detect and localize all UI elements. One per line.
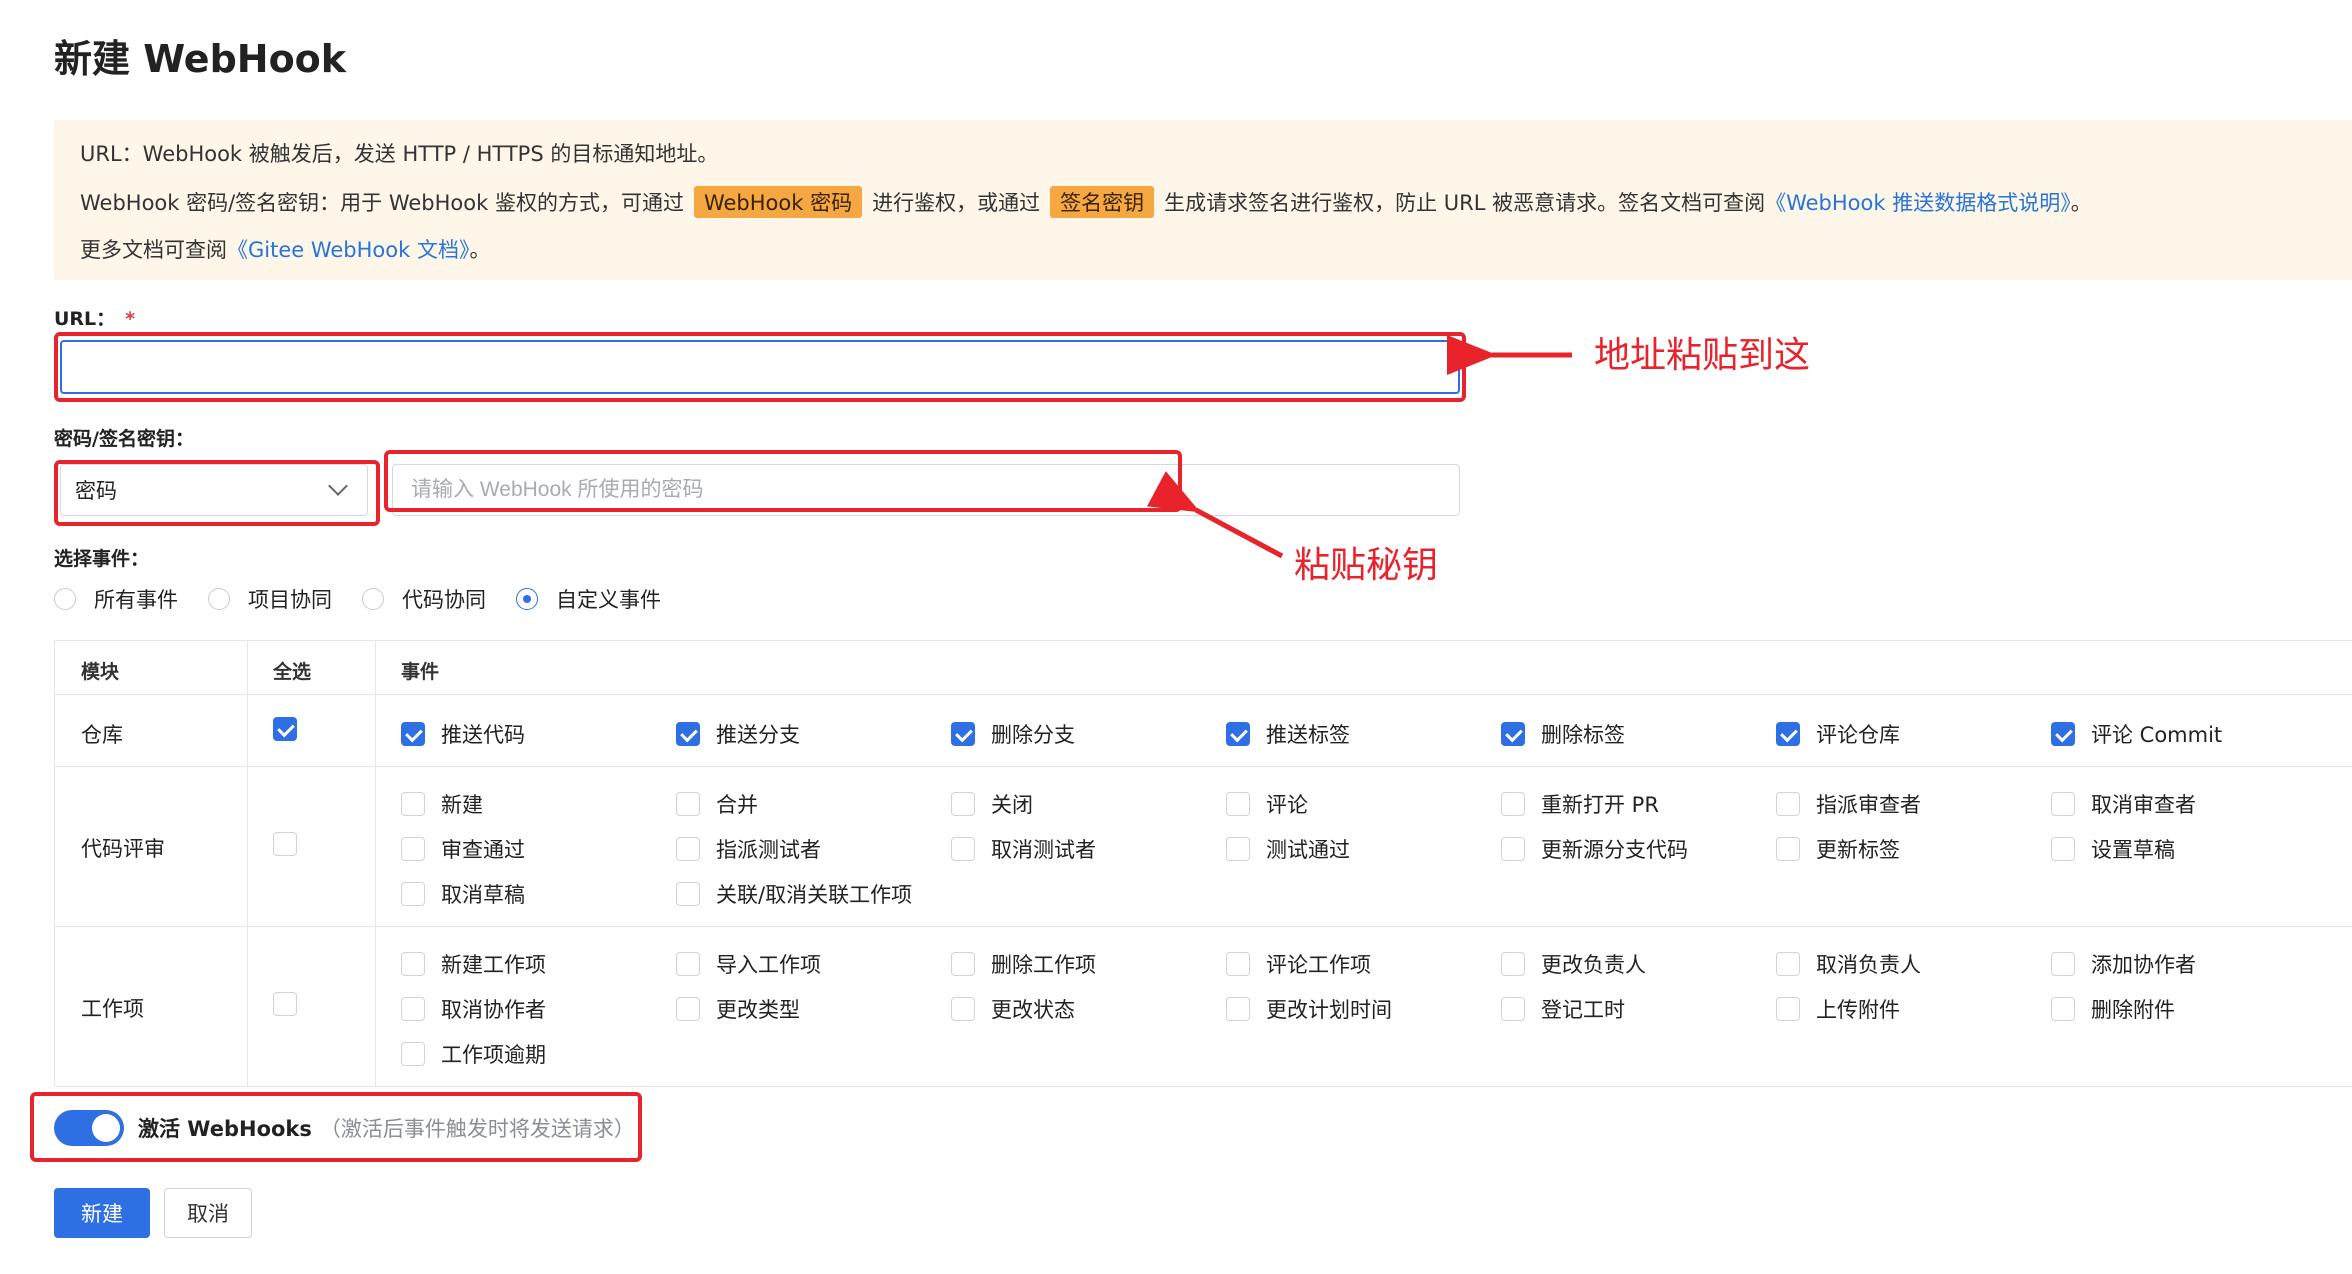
annotation-paste-secret: 粘贴秘钥 [1294, 545, 1439, 586]
arrow-to-secret [1146, 471, 1284, 559]
annotation-paste-url: 地址粘贴到这 [1594, 335, 1811, 376]
annotation-arrows [1146, 335, 1572, 559]
